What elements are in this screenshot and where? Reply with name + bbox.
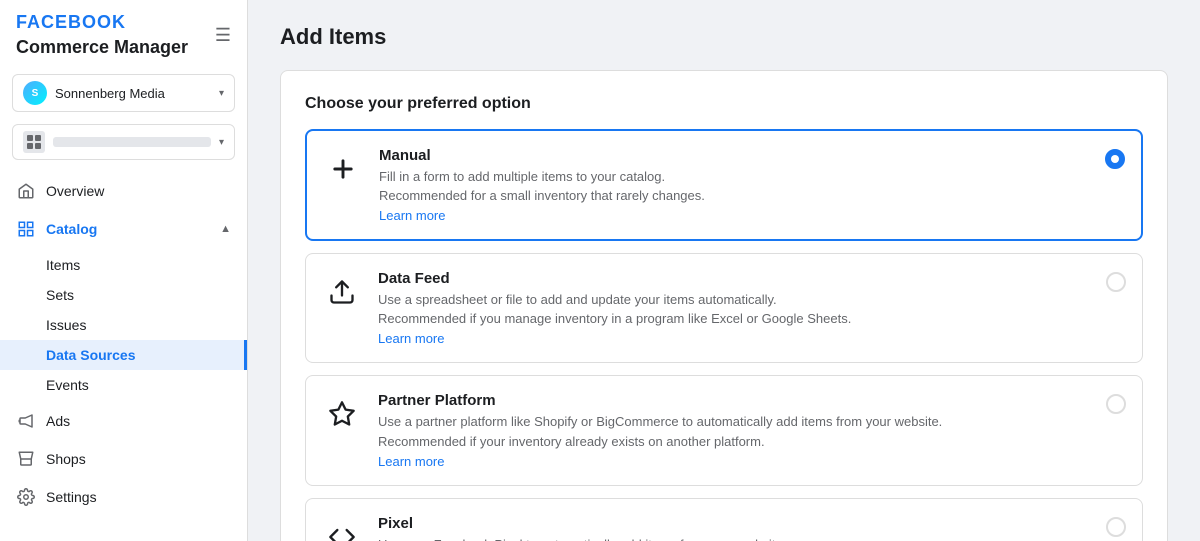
sidebar-item-ads[interactable]: Ads: [0, 402, 247, 440]
upload-icon: [322, 272, 362, 312]
sidebar-item-issues[interactable]: Issues: [0, 310, 247, 340]
account-selector[interactable]: S Sonnenberg Media ▾: [12, 74, 235, 112]
megaphone-icon: [16, 411, 36, 431]
option-data-feed-description: Use a spreadsheet or file to add and upd…: [378, 291, 1090, 309]
plus-icon: [323, 149, 363, 189]
sidebar-item-sets[interactable]: Sets: [0, 280, 247, 310]
option-partner-description: Use a partner platform like Shopify or B…: [378, 413, 1090, 431]
option-data-feed-title: Data Feed: [378, 270, 1090, 287]
partner-icon: [322, 394, 362, 434]
option-partner-content: Partner Platform Use a partner platform …: [378, 392, 1090, 468]
sidebar-item-shops[interactable]: Shops: [0, 440, 247, 478]
code-icon: [322, 517, 362, 541]
catalog-expand-icon: ▲: [220, 223, 231, 235]
option-manual-radio[interactable]: [1105, 149, 1125, 169]
option-partner-recommendation: Recommended if your inventory already ex…: [378, 434, 1090, 449]
option-data-feed-radio[interactable]: [1106, 272, 1126, 292]
catalog-selector[interactable]: ▾: [12, 124, 235, 160]
option-pixel-content: Pixel Use your Facebook Pixel to automat…: [378, 515, 1090, 541]
sidebar-item-overview-label: Overview: [46, 183, 231, 199]
main-nav: Overview Catalog ▲ Items Sets Issues Dat…: [0, 168, 247, 520]
sidebar-item-settings[interactable]: Settings: [0, 478, 247, 516]
sidebar-item-items[interactable]: Items: [0, 250, 247, 280]
option-data-feed[interactable]: Data Feed Use a spreadsheet or file to a…: [305, 253, 1143, 363]
sidebar-item-data-sources[interactable]: Data Sources: [0, 340, 247, 370]
option-pixel-radio[interactable]: [1106, 517, 1126, 537]
sidebar-item-events[interactable]: Events: [0, 370, 247, 400]
sidebar-item-overview[interactable]: Overview: [0, 172, 247, 210]
option-partner-title: Partner Platform: [378, 392, 1090, 409]
sidebar-item-shops-label: Shops: [46, 451, 231, 467]
option-manual-title: Manual: [379, 147, 1089, 164]
account-name: Sonnenberg Media: [55, 86, 211, 101]
sidebar-topbar-left: FACEBOOK Commerce Manager: [16, 12, 188, 58]
sidebar-item-catalog[interactable]: Catalog ▲: [0, 210, 247, 248]
gear-icon: [16, 487, 36, 507]
hamburger-icon[interactable]: ☰: [215, 25, 231, 46]
option-manual-content: Manual Fill in a form to add multiple it…: [379, 147, 1089, 223]
option-manual-recommendation: Recommended for a small inventory that r…: [379, 188, 1089, 203]
option-data-feed-content: Data Feed Use a spreadsheet or file to a…: [378, 270, 1090, 346]
account-avatar: S: [23, 81, 47, 105]
catalog-chevron-icon: ▾: [219, 137, 224, 148]
facebook-logo: FACEBOOK: [16, 12, 188, 33]
sidebar-item-catalog-label: Catalog: [46, 221, 210, 237]
page-title: Add Items: [280, 24, 1168, 50]
option-partner-platform[interactable]: Partner Platform Use a partner platform …: [305, 375, 1143, 485]
catalog-grid-icon: [23, 131, 45, 153]
sidebar-item-ads-label: Ads: [46, 413, 231, 429]
home-icon: [16, 181, 36, 201]
option-pixel-description: Use your Facebook Pixel to automatically…: [378, 536, 1090, 541]
option-pixel[interactable]: Pixel Use your Facebook Pixel to automat…: [305, 498, 1143, 541]
account-chevron-icon: ▾: [219, 88, 224, 99]
shop-icon: [16, 449, 36, 469]
app-title: Commerce Manager: [16, 37, 188, 58]
catalog-sub-nav: Items Sets Issues Data Sources Events: [0, 248, 247, 402]
main-content: Add Items Choose your preferred option M…: [248, 0, 1200, 541]
sidebar-item-settings-label: Settings: [46, 489, 231, 505]
option-partner-radio[interactable]: [1106, 394, 1126, 414]
option-data-feed-learn-more[interactable]: Learn more: [378, 331, 444, 346]
catalog-name-blur: [53, 137, 211, 147]
options-card: Choose your preferred option Manual Fill…: [280, 70, 1168, 541]
sidebar-topbar: FACEBOOK Commerce Manager ☰: [0, 0, 247, 66]
grid-icon: [16, 219, 36, 239]
option-manual-description: Fill in a form to add multiple items to …: [379, 168, 1089, 186]
sidebar: FACEBOOK Commerce Manager ☰ S Sonnenberg…: [0, 0, 248, 541]
option-manual[interactable]: Manual Fill in a form to add multiple it…: [305, 129, 1143, 241]
option-partner-learn-more[interactable]: Learn more: [378, 454, 444, 469]
option-pixel-title: Pixel: [378, 515, 1090, 532]
option-data-feed-recommendation: Recommended if you manage inventory in a…: [378, 311, 1090, 326]
card-heading: Choose your preferred option: [305, 95, 1143, 113]
option-manual-learn-more[interactable]: Learn more: [379, 208, 445, 223]
